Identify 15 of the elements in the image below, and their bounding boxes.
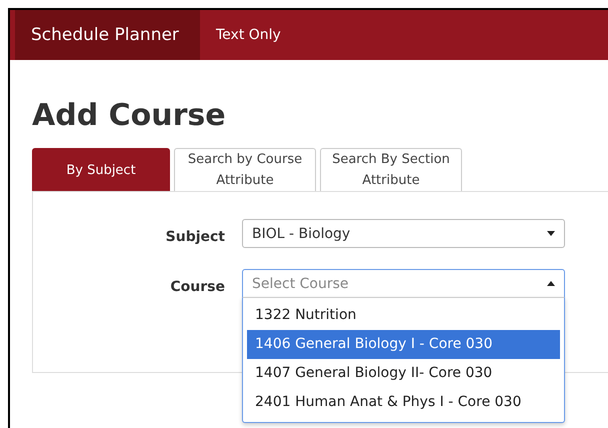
dropdown-option[interactable]: 1406 General Biology I - Core 030 — [247, 330, 560, 359]
subject-select[interactable]: BIOL - Biology — [242, 219, 565, 248]
caret-icon — [547, 231, 555, 236]
page-heading: Add Course — [32, 97, 227, 135]
nav-link[interactable]: Text Only — [200, 10, 297, 60]
dropdown-option[interactable]: 2401 Human Anat & Phys I - Core 030 — [247, 388, 560, 417]
tab[interactable]: Search By Section Attribute — [320, 148, 462, 191]
dropdown-option[interactable]: 1322 Nutrition — [247, 301, 560, 330]
caret-icon — [547, 281, 555, 286]
dropdown-option[interactable]: 1407 General Biology II- Core 030 — [247, 359, 560, 388]
field-label: Subject — [164, 228, 226, 247]
field-label: Course — [169, 278, 226, 297]
tab[interactable]: Search by Course Attribute — [174, 148, 316, 191]
brand-link[interactable]: Schedule Planner — [15, 10, 200, 60]
tab[interactable]: By Subject — [32, 148, 170, 191]
